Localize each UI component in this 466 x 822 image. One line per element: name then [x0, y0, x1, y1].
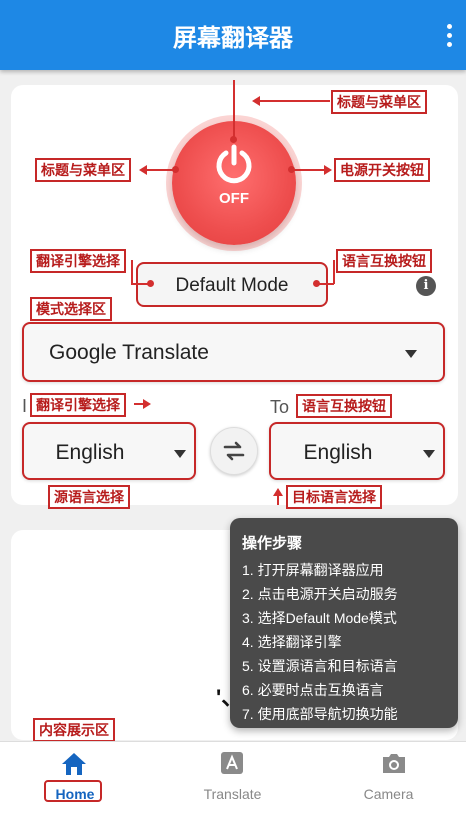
translation-engine-select[interactable]: Google Translate — [22, 322, 445, 382]
annotation-dot — [147, 280, 154, 287]
annotation-dot — [230, 136, 237, 143]
annotation-power-switch: 电源开关按钮 — [334, 158, 430, 182]
source-language-select[interactable]: English — [22, 422, 196, 480]
annotation-dot — [172, 166, 179, 173]
mode-label: Default Mode — [175, 275, 289, 296]
steps-title: 操作步骤 — [242, 535, 303, 552]
step-item: 5. 设置源语言和目标语言 — [242, 658, 398, 674]
steps-panel: 操作步骤 1. 打开屏幕翻译器应用 2. 点击电源开关启动服务 3. 选择Def… — [230, 518, 458, 728]
dropdown-arrow-icon — [423, 450, 435, 458]
annotation-lang-swap-mid: 语言互换按钮 — [296, 394, 392, 418]
swap-icon — [223, 441, 245, 461]
info-icon[interactable]: i — [416, 276, 436, 296]
annotation-line — [333, 260, 335, 284]
step-item: 1. 打开屏幕翻译器应用 — [242, 562, 384, 578]
power-state-label: OFF — [219, 190, 249, 207]
annotation-source-lang: 源语言选择 — [48, 485, 130, 509]
target-language-value: English — [303, 441, 373, 464]
dropdown-arrow-icon — [174, 450, 186, 458]
annotation-line — [258, 100, 330, 102]
swap-languages-button[interactable] — [210, 427, 258, 475]
dropdown-arrow-icon — [405, 350, 417, 358]
annotation-line — [277, 495, 279, 505]
annotation-arrowhead — [143, 399, 151, 409]
annotation-line — [131, 260, 133, 284]
annotation-line — [294, 169, 324, 171]
power-icon — [216, 144, 252, 184]
nav-label-translate: Translate — [203, 786, 262, 802]
from-caption: I — [22, 396, 28, 416]
annotation-content-area: 内容展示区 — [33, 718, 115, 742]
more-menu-icon[interactable] — [444, 24, 454, 48]
step-item: 6. 必要时点击互换语言 — [242, 682, 384, 698]
annotation-target-lang: 目标语言选择 — [286, 485, 382, 509]
nav-item-camera[interactable]: Camera — [311, 742, 466, 822]
annotation-arrowhead — [252, 96, 260, 106]
annotation-title-menu: 标题与菜单区 — [331, 90, 427, 114]
annotation-line — [146, 169, 173, 171]
target-language-select[interactable]: English — [269, 422, 445, 480]
annotation-lang-swap: 语言互换按钮 — [336, 249, 432, 273]
step-item: 3. 选择Default Mode模式 — [242, 610, 397, 626]
app-title: 屏幕翻译器 — [173, 25, 293, 52]
annotation-arrowhead — [324, 165, 332, 175]
annotation-dot — [313, 280, 320, 287]
home-icon — [62, 753, 86, 775]
step-item: 2. 点击电源开关启动服务 — [242, 586, 398, 602]
translate-icon — [221, 752, 243, 774]
source-language-value: English — [55, 441, 125, 464]
step-item: 7. 使用底部导航切换功能 — [242, 706, 398, 722]
app-header: 屏幕翻译器 — [0, 0, 466, 70]
nav-item-translate[interactable]: Translate — [155, 742, 310, 822]
nav-label-camera: Camera — [363, 786, 414, 802]
annotation-line — [233, 80, 235, 140]
annotation-line — [131, 283, 148, 285]
mode-select-button[interactable]: Default Mode — [136, 262, 328, 307]
annotation-home-highlight — [44, 780, 102, 802]
engine-value: Google Translate — [49, 341, 209, 364]
annotation-engine-select-mid: 翻译引擎选择 — [30, 393, 126, 417]
annotation-engine-select: 翻译引擎选择 — [30, 249, 126, 273]
annotation-line — [318, 283, 334, 285]
annotation-arrowhead — [139, 165, 147, 175]
to-caption: To — [270, 397, 290, 417]
annotation-mode-select: 模式选择区 — [30, 297, 112, 321]
annotation-title-menu-left: 标题与菜单区 — [35, 158, 131, 182]
camera-icon — [383, 754, 405, 773]
step-item: 4. 选择翻译引擎 — [242, 634, 342, 650]
